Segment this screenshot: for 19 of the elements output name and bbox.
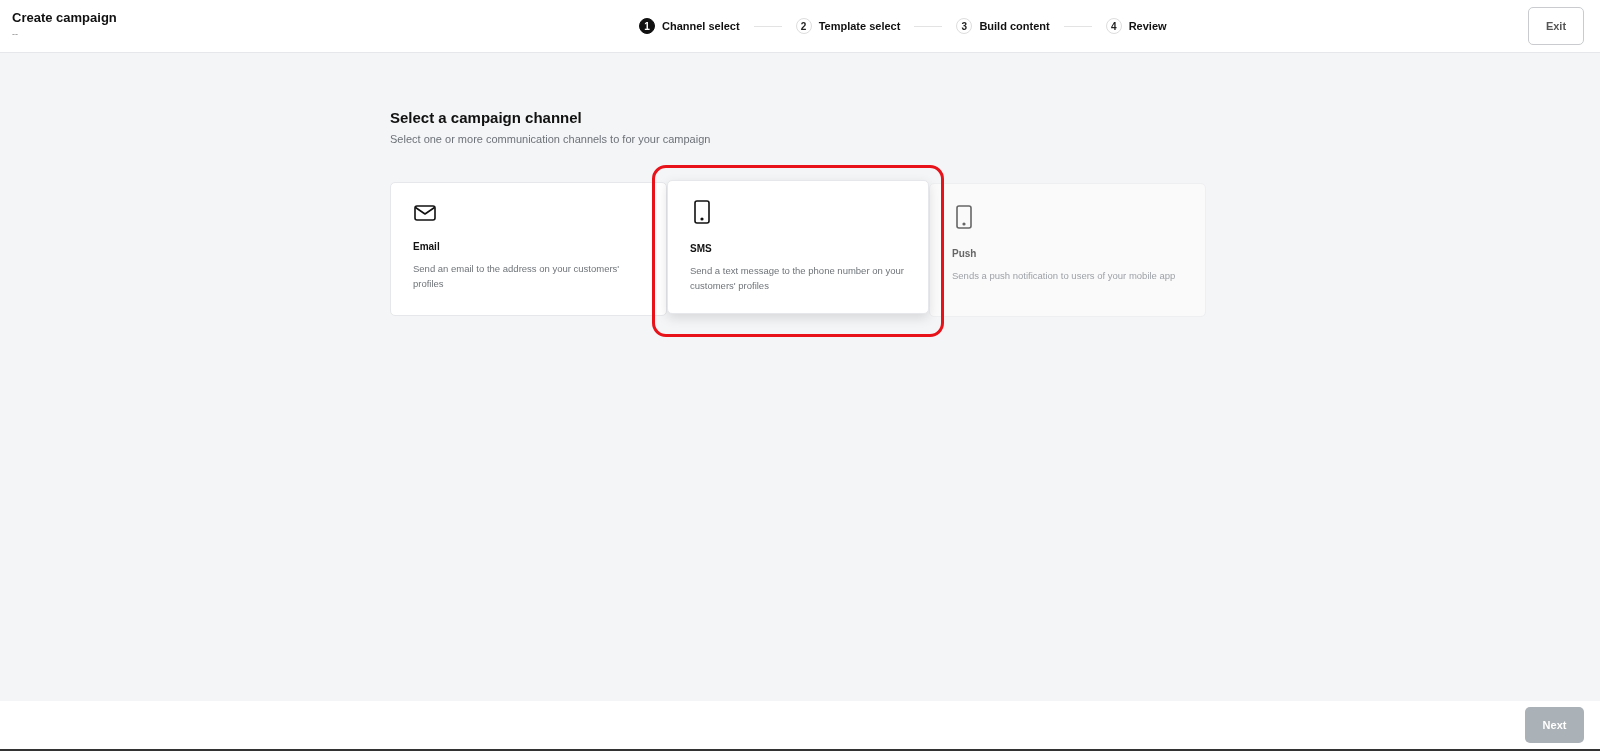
step-label[interactable]: Template select xyxy=(818,20,901,32)
channel-description: Send a text message to the phone number on your customers' profiles xyxy=(690,264,905,293)
channel-name: SMS xyxy=(690,243,713,254)
step-label[interactable]: Channel select xyxy=(662,20,740,32)
exit-button[interactable]: Exit xyxy=(1528,7,1584,45)
step-label[interactable]: Review xyxy=(1128,20,1167,32)
envelope-icon xyxy=(413,203,437,223)
section-heading: Select a campaign channel xyxy=(390,109,583,126)
page-title: Create campaign xyxy=(12,9,118,25)
step-number: 1 xyxy=(639,18,655,34)
channel-description: Send an email to the address on your customers' profiles xyxy=(413,262,621,291)
section-description: Select one or more communication channels to for your campaign xyxy=(390,133,712,145)
channel-card[interactable]: SMS Send a text message to the phone number on your customers' profiles xyxy=(667,180,929,314)
channel-description: Sends a push notification to users of your mobile app xyxy=(952,269,1177,283)
step-label[interactable]: Build content xyxy=(979,20,1050,32)
channel-card[interactable]: Email Send an email to the address on your customers' profiles xyxy=(390,182,667,316)
channel-name: Email xyxy=(413,241,441,252)
channel-name: Push xyxy=(952,248,978,259)
page-subtitle: -- xyxy=(12,28,19,39)
